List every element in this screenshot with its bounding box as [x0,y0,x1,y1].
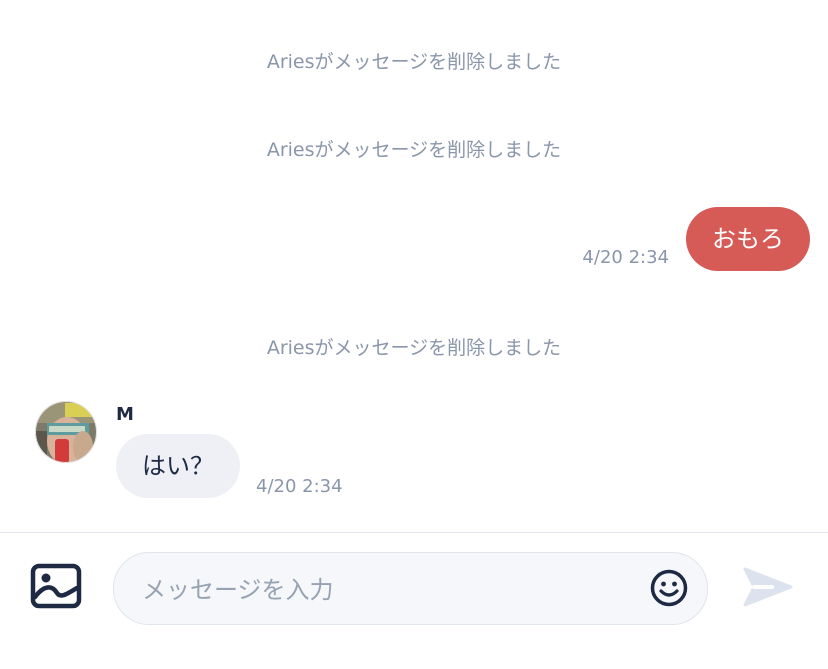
system-message-deleted: Ariesがメッセージを削除しました [266,139,562,161]
send-button[interactable] [742,565,794,609]
smiley-icon [650,569,688,607]
avatar-photo [35,401,97,463]
message-input[interactable] [140,553,644,626]
system-message-deleted: Ariesがメッセージを削除しました [266,337,562,359]
sender-name: M [116,404,134,425]
incoming-message-bubble[interactable]: はい？ [116,434,240,498]
avatar[interactable] [35,401,97,463]
image-icon [30,563,82,609]
send-icon [743,567,793,607]
message-composer [0,532,828,669]
system-message-deleted: Ariesがメッセージを削除しました [266,51,562,73]
chat-screen: Ariesがメッセージを削除しました Ariesがメッセージを削除しました 4/… [0,0,828,669]
message-input-container [113,552,708,626]
image-button[interactable] [30,563,82,609]
outgoing-message-bubble[interactable]: おもろ [686,207,810,271]
outgoing-message-time: 4/20 2:34 [582,247,669,268]
incoming-message-time: 4/20 2:34 [256,476,343,497]
emoji-button[interactable] [650,569,688,607]
